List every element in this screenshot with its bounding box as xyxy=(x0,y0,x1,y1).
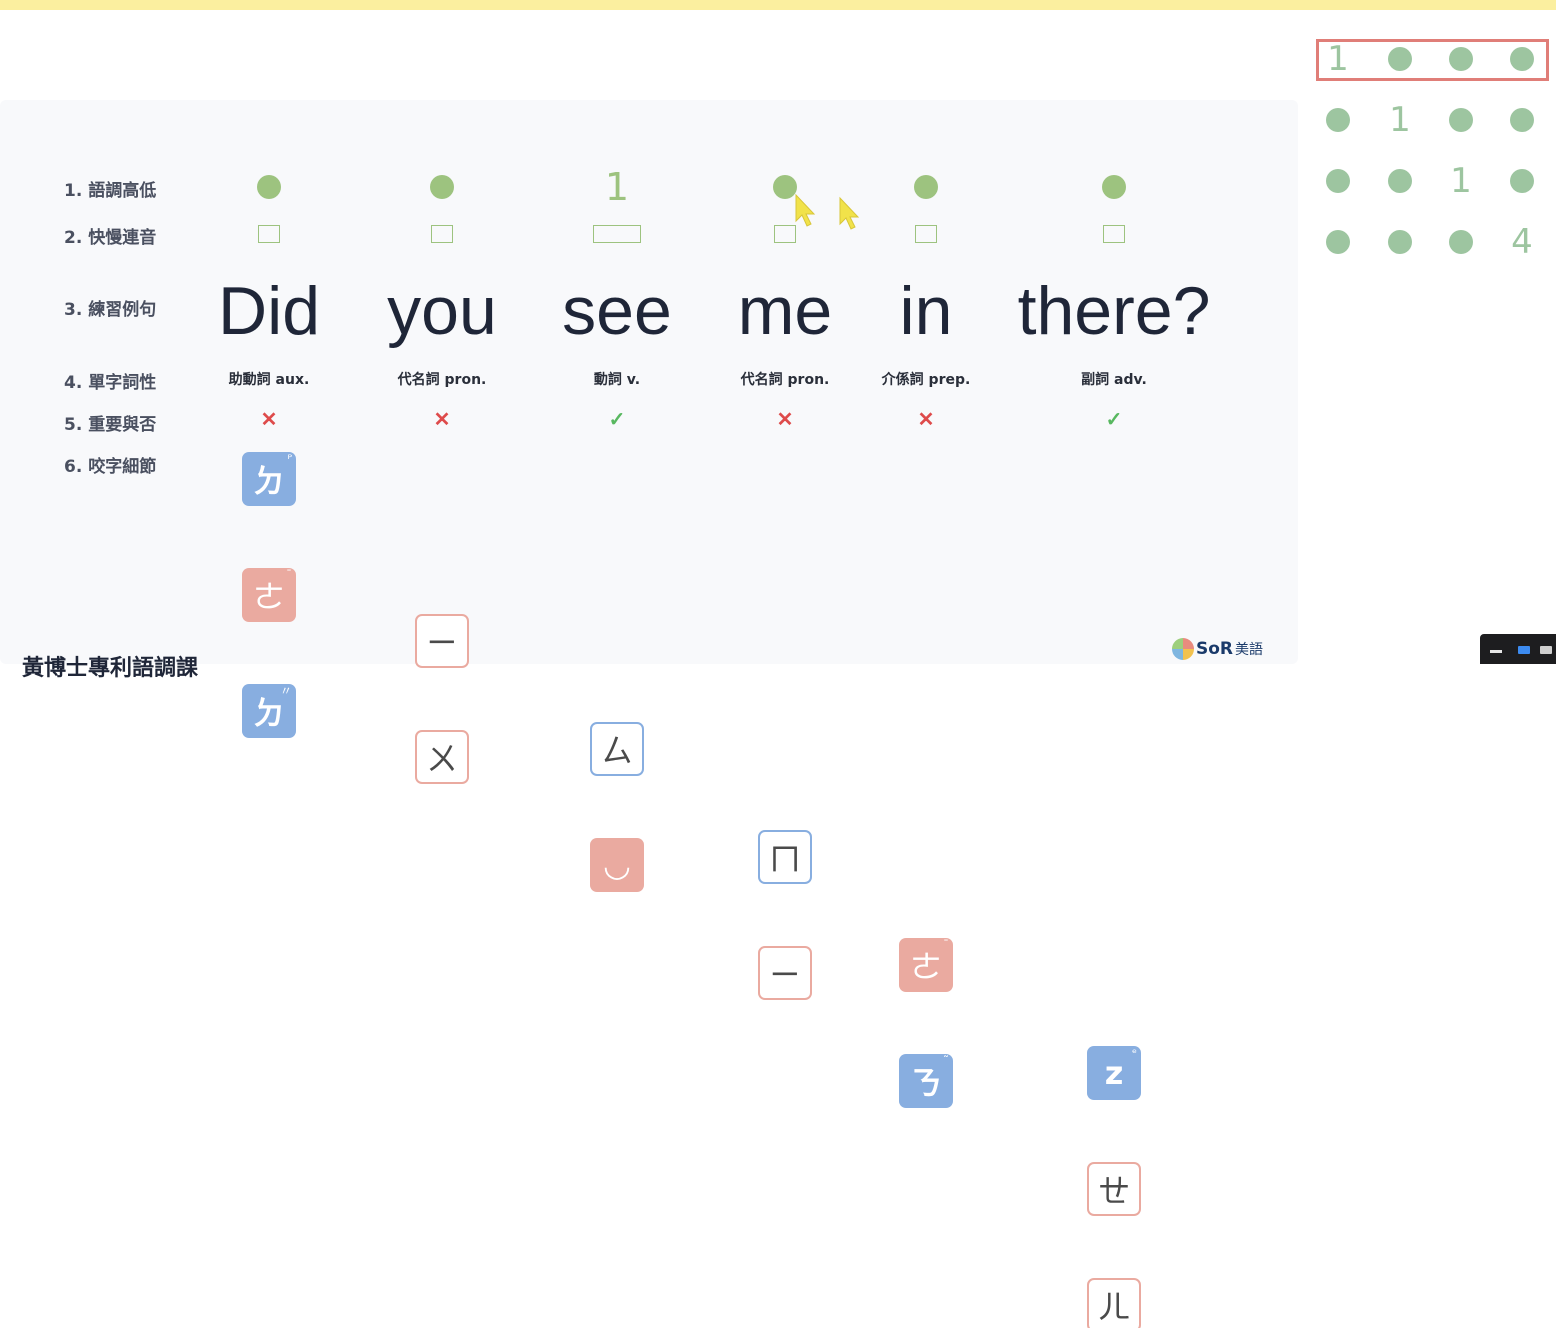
phonetic-mark: ˜ xyxy=(943,1054,949,1068)
row-label-pos: 4. 單字詞性 xyxy=(64,373,157,393)
practice-word: me xyxy=(737,273,833,349)
speed-box[interactable] xyxy=(258,225,280,243)
part-of-speech: 副詞 adv. xyxy=(1081,372,1147,388)
phonetic-symbol: ㄇ xyxy=(768,840,801,878)
tone-dot[interactable] xyxy=(430,175,454,199)
practice-word: see xyxy=(562,273,672,349)
articulation-tile[interactable]: ㄧ xyxy=(758,946,812,1000)
tone-dot[interactable] xyxy=(257,175,281,199)
tone-grid-number[interactable]: 1 xyxy=(1389,103,1411,137)
articulation-tile[interactable]: ㄧ xyxy=(415,614,469,668)
phonetic-symbol: ◡ xyxy=(603,846,631,884)
tone-grid-dot[interactable] xyxy=(1388,169,1412,193)
row-label-tone: 1. 語調高低 xyxy=(64,181,157,201)
phonetic-symbol: ㄋ xyxy=(909,1064,942,1102)
tone-dot[interactable] xyxy=(914,175,938,199)
articulation-tile[interactable]: ㄉᴾ xyxy=(242,452,296,506)
brain-logo-icon xyxy=(1172,638,1194,660)
part-of-speech: 代名詞 pron. xyxy=(740,372,830,388)
phonetic-symbol: ㄉ xyxy=(252,462,285,500)
tone-grid-dot[interactable] xyxy=(1326,230,1350,254)
tone-grid-number[interactable]: 1 xyxy=(1450,164,1472,198)
speed-box[interactable] xyxy=(1103,225,1125,243)
practice-word: Did xyxy=(217,273,321,349)
phonetic-mark: ᵉ xyxy=(1131,1046,1137,1060)
row-label-sentence: 3. 練習例句 xyxy=(64,300,157,320)
window-controls xyxy=(1480,634,1556,664)
tone-grid-dot[interactable] xyxy=(1449,230,1473,254)
articulation-tile[interactable]: ㄉ〃 xyxy=(242,684,296,738)
speed-box[interactable] xyxy=(431,225,453,243)
part-of-speech: 介係詞 prep. xyxy=(881,372,971,388)
part-of-speech: 助動詞 aux. xyxy=(228,372,310,388)
cross-icon: ✕ xyxy=(917,409,935,431)
articulation-tile[interactable]: ㄋ ˜ xyxy=(899,1054,953,1108)
course-title: 黃博士專利語調課 xyxy=(22,656,199,681)
check-icon: ✓ xyxy=(1105,409,1123,431)
part-of-speech: 代名詞 pron. xyxy=(397,372,487,388)
selected-pattern-frame[interactable] xyxy=(1316,39,1549,81)
tone-grid-number[interactable]: 4 xyxy=(1511,225,1533,259)
phonetic-symbol: ㄜ xyxy=(252,578,285,616)
phonetic-mark: ˉ xyxy=(286,568,292,582)
articulation-tile[interactable]: ◡ xyxy=(590,838,644,892)
cross-icon: ✕ xyxy=(433,409,451,431)
tone-number[interactable]: 1 xyxy=(605,168,629,206)
phonetic-symbol: ㄦ xyxy=(1097,1288,1130,1326)
speed-box[interactable] xyxy=(774,225,796,243)
row-label-speed: 2. 快慢連音 xyxy=(64,228,157,248)
tone-grid-dot[interactable] xyxy=(1510,169,1534,193)
phonetic-symbol: ㄜ xyxy=(909,948,942,986)
practice-word: there? xyxy=(1017,273,1211,349)
articulation-tile[interactable]: ㄜˉ xyxy=(899,938,953,992)
tone-dot[interactable] xyxy=(1102,175,1126,199)
cross-icon: ✕ xyxy=(260,409,278,431)
tone-grid-dot[interactable] xyxy=(1388,230,1412,254)
phonetic-mark: 〃 xyxy=(279,684,292,698)
brand-logo: SoR 美語 xyxy=(1172,636,1263,662)
top-banner xyxy=(0,0,1556,10)
mouse-cursor-icon xyxy=(795,193,816,227)
phonetic-mark: ᴾ xyxy=(287,452,292,466)
articulation-tile[interactable]: zᵉ xyxy=(1087,1046,1141,1100)
row-label-articulation: 6. 咬字細節 xyxy=(64,457,157,477)
phonetic-symbol: ㄨ xyxy=(425,740,458,778)
logo-subtext: 美語 xyxy=(1235,641,1264,657)
practice-word: in xyxy=(899,273,953,349)
tone-grid-dot[interactable] xyxy=(1326,169,1350,193)
articulation-tile[interactable]: ㄦ xyxy=(1087,1278,1141,1328)
phonetic-symbol: z xyxy=(1104,1054,1124,1092)
part-of-speech: 動詞 v. xyxy=(593,372,641,388)
tone-grid-dot[interactable] xyxy=(1449,108,1473,132)
phonetic-symbol: ㄙ xyxy=(600,732,633,770)
tone-grid-dot[interactable] xyxy=(1326,108,1350,132)
articulation-tile[interactable]: ㄙ xyxy=(590,722,644,776)
screen-share-icon[interactable] xyxy=(1518,646,1530,654)
articulation-tile[interactable]: ㄨ xyxy=(415,730,469,784)
phonetic-symbol: ㄧ xyxy=(425,624,458,662)
mouse-cursor-icon xyxy=(839,196,860,230)
articulation-tile[interactable]: ㄝ xyxy=(1087,1162,1141,1216)
phonetic-mark: ˉ xyxy=(943,938,949,952)
articulation-tile[interactable]: ㄜˉ xyxy=(242,568,296,622)
articulation-tile[interactable]: ㄇ xyxy=(758,830,812,884)
check-icon: ✓ xyxy=(608,409,626,431)
practice-word: you xyxy=(387,273,497,349)
logo-text: SoR xyxy=(1196,639,1234,659)
row-label-importance: 5. 重要與否 xyxy=(64,415,157,435)
speed-box[interactable] xyxy=(593,225,641,243)
cross-icon: ✕ xyxy=(776,409,794,431)
speed-box[interactable] xyxy=(915,225,937,243)
window-icon[interactable] xyxy=(1540,646,1552,654)
tone-grid-dot[interactable] xyxy=(1510,108,1534,132)
phonetic-symbol: ㄧ xyxy=(768,956,801,994)
minimize-icon[interactable] xyxy=(1490,650,1502,653)
phonetic-symbol: ㄝ xyxy=(1097,1172,1130,1210)
